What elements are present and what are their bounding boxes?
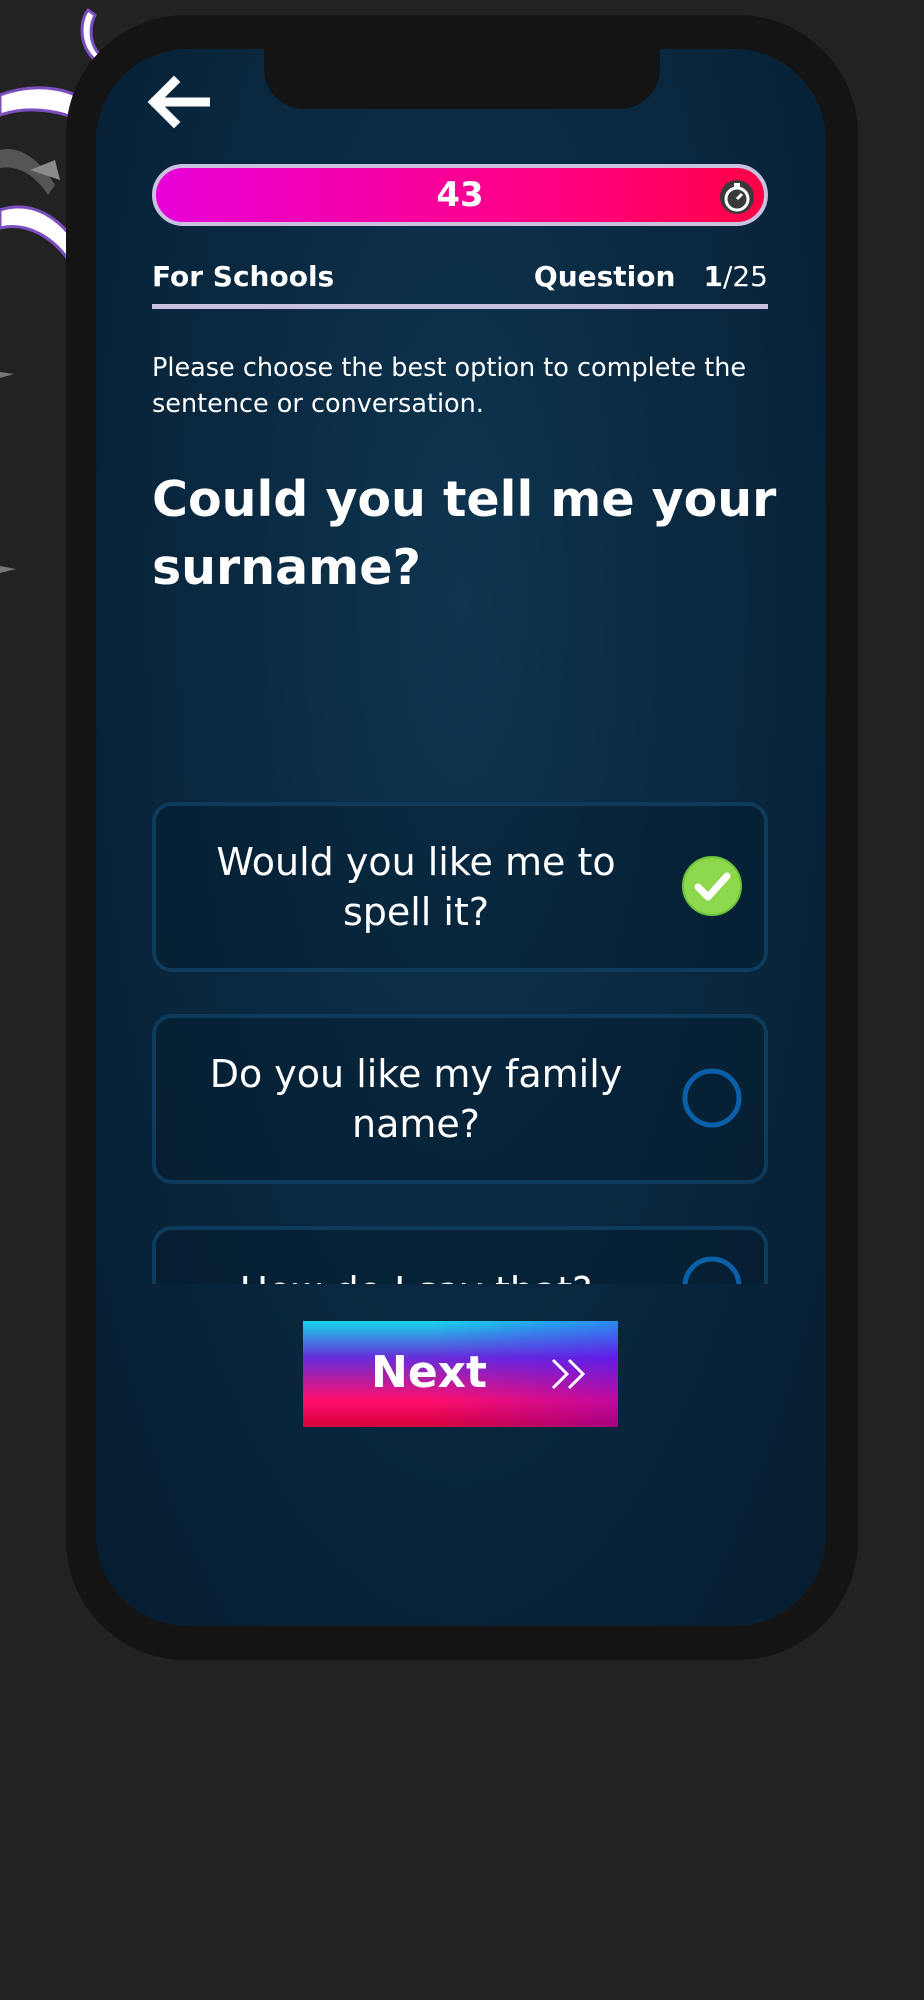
question-label: Question [533, 260, 676, 293]
question-current: 1 [703, 260, 723, 293]
answer-option-selected[interactable]: Would you like me to spell it? [152, 802, 768, 972]
instruction-text: Please choose the best option to complet… [152, 353, 747, 419]
next-button[interactable]: Next [303, 1321, 618, 1427]
question-total: /25 [722, 260, 768, 293]
question-counter: Question 1/25 [534, 260, 768, 293]
question-text: Could you tell me your surname? [152, 471, 777, 596]
radio-empty-icon [682, 1068, 742, 1128]
check-circle-icon [682, 856, 742, 916]
phone-notch [264, 49, 660, 109]
answer-option-text: How do I say that? [176, 1230, 656, 1284]
header-divider [152, 304, 768, 309]
timer-progress-bar: 43 [152, 164, 768, 226]
answer-option[interactable]: How do I say that? [152, 1226, 768, 1284]
radio-empty-icon [682, 1256, 742, 1284]
answer-options-list[interactable]: Would you like me to spell it? Do you li… [96, 790, 826, 1284]
answer-option-text: Would you like me to spell it? [216, 840, 616, 934]
answer-option-text: Do you like my family name? [209, 1052, 623, 1146]
answer-option[interactable]: Do you like my family name? [152, 1014, 768, 1184]
double-chevron-right-icon [551, 1358, 586, 1390]
next-button-label: Next [371, 1347, 488, 1398]
stopwatch-icon [720, 180, 754, 214]
exam-label: For Schools [152, 260, 335, 293]
timer-value: 43 [436, 175, 484, 215]
app-stage: 43 For Schools Question 1/25 Please choos… [0, 0, 924, 2000]
arrow-left-icon [147, 75, 211, 129]
back-button[interactable] [144, 74, 211, 130]
question-meta-row: For Schools Question 1/25 [152, 254, 768, 302]
